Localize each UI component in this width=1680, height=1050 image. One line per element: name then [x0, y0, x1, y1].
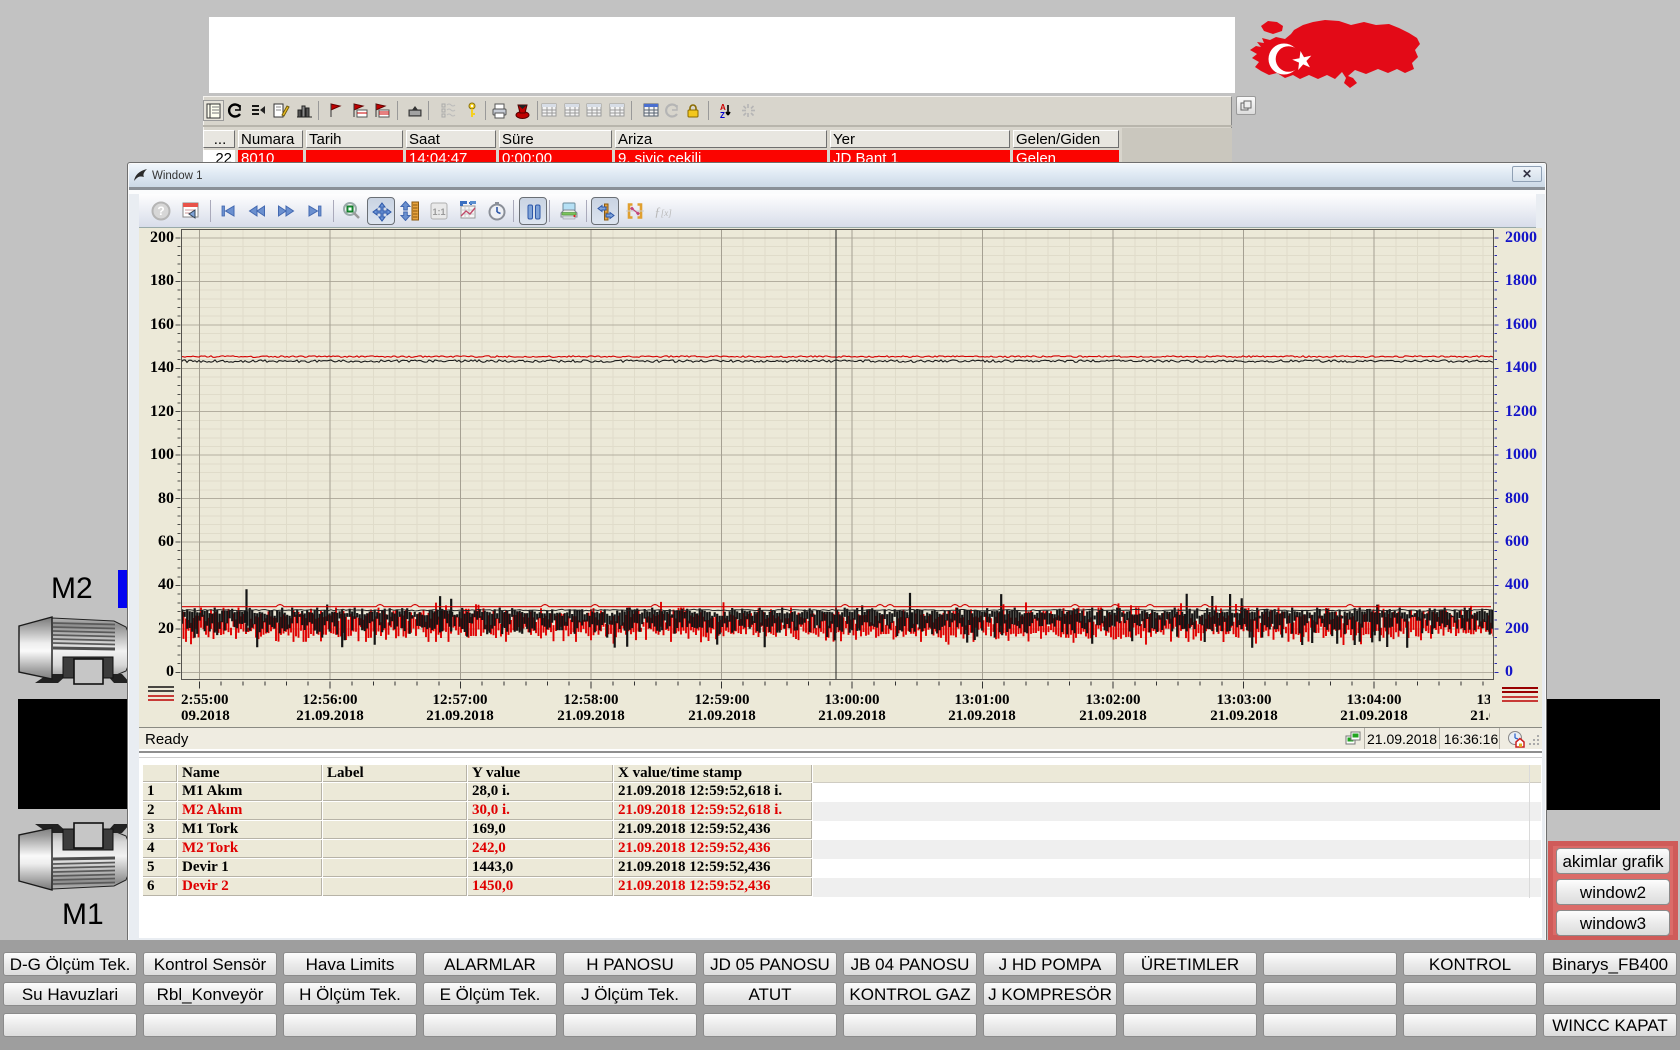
svg-text:Z: Z — [720, 111, 725, 119]
svg-text:?: ? — [157, 204, 164, 218]
svg-text:ƒ[x]: ƒ[x] — [654, 204, 672, 219]
svg-text:1:1: 1:1 — [432, 207, 445, 217]
